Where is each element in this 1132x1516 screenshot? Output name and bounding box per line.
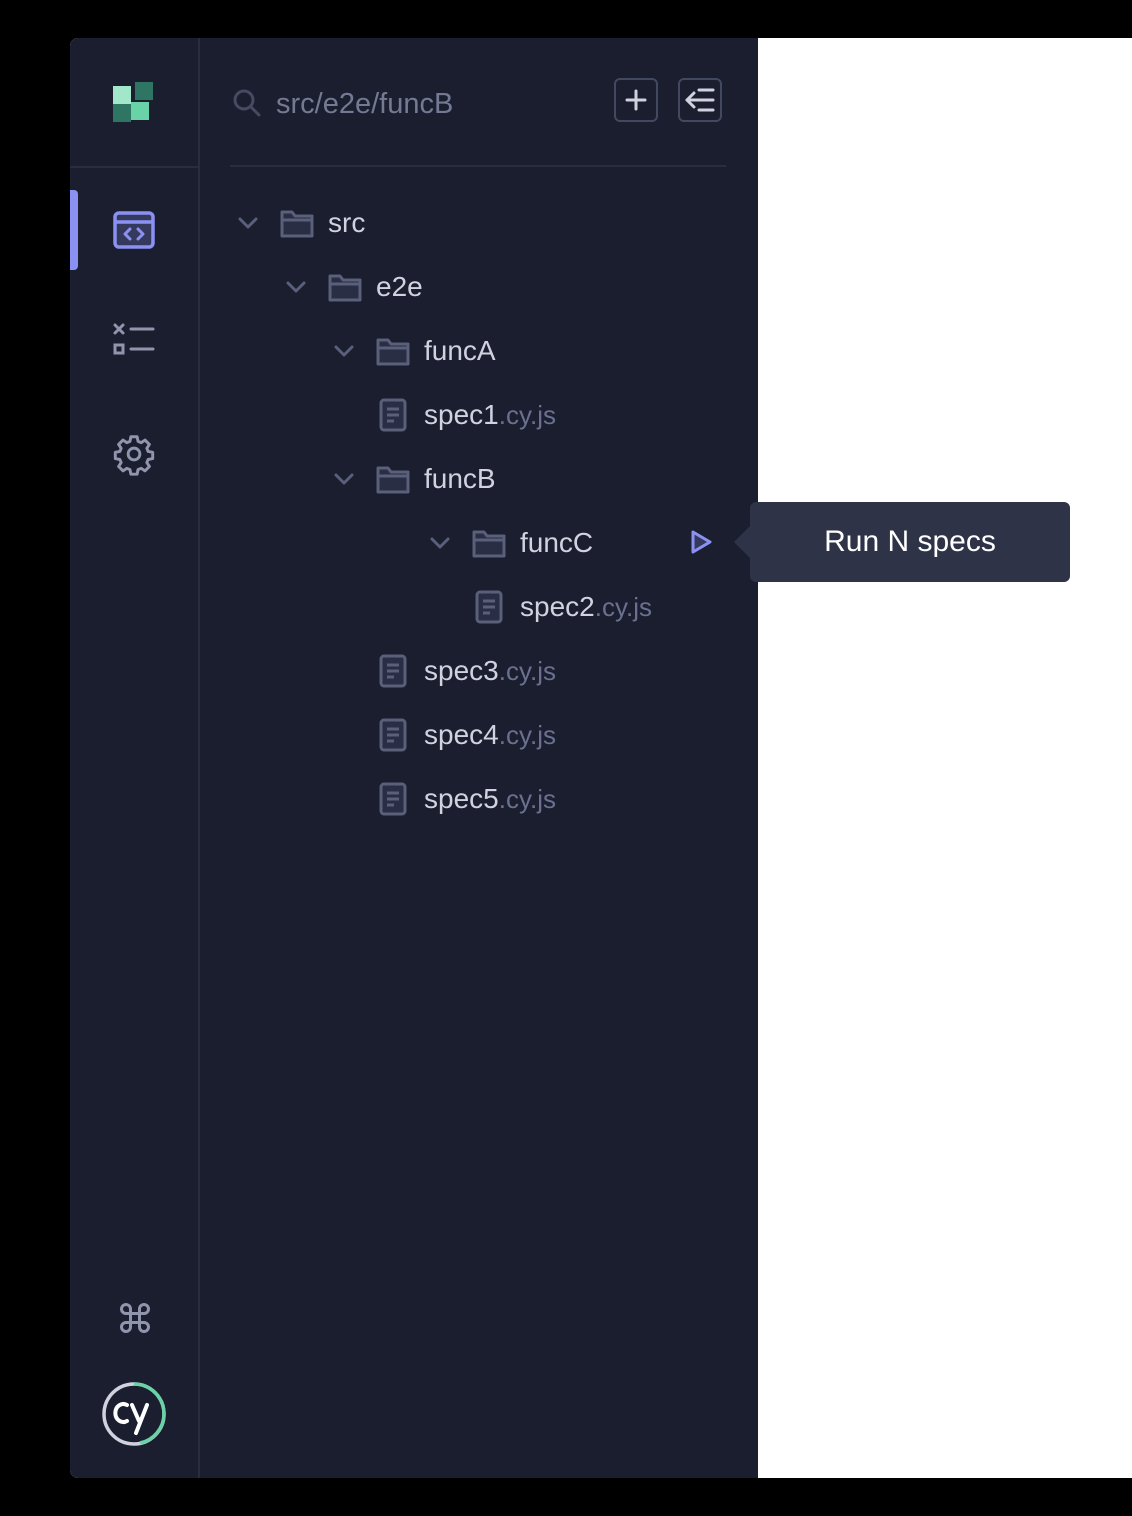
play-icon: [691, 530, 712, 554]
cypress-logo[interactable]: [100, 1380, 168, 1448]
chevron-down-icon: [280, 271, 312, 303]
new-spec-button[interactable]: [614, 78, 658, 122]
nav-divider: [70, 166, 198, 168]
document-icon: [376, 398, 410, 432]
file-extension: .cy.js: [498, 719, 557, 750]
file-extension: .cy.js: [498, 399, 557, 430]
search-icon: [233, 89, 261, 117]
folder-label: funcC: [520, 527, 594, 558]
file-name: spec2: [520, 591, 595, 622]
tree-folder-funcC[interactable]: funcC: [424, 511, 593, 575]
tree-file-spec4[interactable]: spec4 .cy.js: [376, 703, 556, 767]
tree-folder-e2e[interactable]: e2e: [280, 255, 423, 319]
keyboard-shortcuts-button[interactable]: [113, 1296, 157, 1340]
chevron-down-icon: [232, 207, 264, 239]
document-icon: [376, 782, 410, 816]
tree-file-spec2[interactable]: spec2 .cy.js: [472, 575, 652, 639]
folder-label: funcB: [424, 463, 496, 494]
cypress-app-logo: [113, 82, 153, 122]
folder-label: e2e: [376, 271, 423, 302]
chevron-down-icon: [424, 527, 456, 559]
folder-label: funcA: [424, 335, 496, 366]
file-name: spec3: [424, 655, 499, 686]
command-key-icon: [120, 1303, 150, 1333]
app-window: src e2e funcA spec1.cy.js funcB: [70, 38, 1132, 1478]
document-icon: [472, 590, 506, 624]
file-name: spec5: [424, 783, 499, 814]
folder-icon: [328, 270, 362, 304]
tree-file-spec1[interactable]: spec1 .cy.js: [376, 383, 556, 447]
folder-icon: [472, 526, 506, 560]
folder-label: src: [328, 207, 366, 238]
tooltip-text: Run N specs: [824, 525, 996, 558]
tree-folder-funcA[interactable]: funcA: [328, 319, 496, 383]
folder-icon: [376, 334, 410, 368]
side-navigation: [70, 38, 200, 1478]
plus-icon: [625, 89, 647, 111]
collapse-panel-icon: [685, 88, 715, 112]
panel-divider: [230, 165, 726, 167]
folder-icon: [280, 206, 314, 240]
runs-icon: [113, 323, 155, 355]
file-extension: .cy.js: [594, 591, 653, 622]
chevron-down-icon: [328, 335, 360, 367]
specs-icon: [113, 211, 155, 249]
search-input[interactable]: [276, 82, 596, 126]
specs-panel: src e2e funcA spec1.cy.js funcB: [200, 38, 758, 1478]
file-name: spec1: [424, 399, 499, 430]
tree-file-spec3[interactable]: spec3 .cy.js: [376, 639, 556, 703]
file-extension: .cy.js: [498, 655, 557, 686]
nav-item-runs[interactable]: [70, 302, 198, 382]
nav-item-specs[interactable]: [70, 190, 198, 270]
tree-folder-src[interactable]: src: [232, 191, 365, 255]
folder-icon: [376, 462, 410, 496]
collapse-panel-button[interactable]: [678, 78, 722, 122]
tree-file-spec5[interactable]: spec5 .cy.js: [376, 767, 556, 831]
document-icon: [376, 718, 410, 752]
chevron-down-icon: [328, 463, 360, 495]
tree-folder-funcB[interactable]: funcB: [328, 447, 496, 511]
run-specs-tooltip: Run N specs: [734, 502, 1070, 582]
nav-item-settings[interactable]: [70, 414, 198, 494]
settings-icon: [113, 435, 155, 476]
file-name: spec4: [424, 719, 499, 750]
run-specs-button[interactable]: [684, 525, 718, 559]
file-extension: .cy.js: [498, 783, 557, 814]
document-icon: [376, 654, 410, 688]
